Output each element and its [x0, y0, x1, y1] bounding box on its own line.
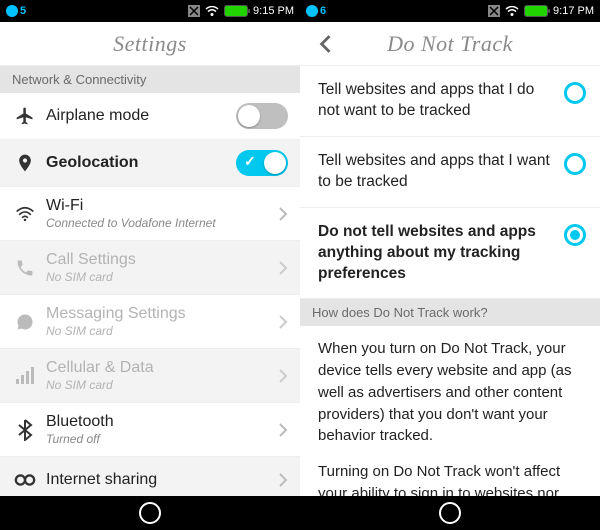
bluetooth-icon: [12, 419, 38, 441]
section-header-info: How does Do Not Track work?: [300, 299, 600, 326]
info-paragraph: When you turn on Do Not Track, your devi…: [318, 338, 582, 447]
window-counter: 5: [20, 5, 26, 17]
wifi-icon: [12, 206, 38, 222]
row-cellular-data[interactable]: Cellular & Data No SIM card: [0, 349, 300, 403]
window-indicator-icon: [306, 5, 318, 17]
battery-icon: [524, 5, 548, 17]
message-icon: [12, 312, 38, 332]
chevron-right-icon: [278, 315, 288, 329]
back-button[interactable]: [310, 22, 340, 66]
row-label: Bluetooth: [46, 413, 278, 431]
wifi-icon: [205, 6, 219, 17]
statusbar: 5 9:15 PM: [0, 0, 300, 22]
navbar: [300, 496, 600, 530]
row-subtitle: No SIM card: [46, 324, 278, 338]
chevron-right-icon: [278, 207, 288, 221]
row-wifi[interactable]: Wi-Fi Connected to Vodafone Internet: [0, 187, 300, 241]
navbar: [0, 496, 300, 530]
row-messaging-settings[interactable]: Messaging Settings No SIM card: [0, 295, 300, 349]
row-call-settings[interactable]: Call Settings No SIM card: [0, 241, 300, 295]
home-button[interactable]: [139, 502, 161, 524]
location-pin-icon: [12, 152, 38, 174]
row-label: Airplane mode: [46, 107, 236, 125]
row-label: Call Settings: [46, 251, 278, 269]
radio-icon: [564, 82, 586, 104]
row-subtitle: No SIM card: [46, 270, 278, 284]
clock: 9:17 PM: [553, 5, 594, 17]
window-indicator-icon: [6, 5, 18, 17]
link-icon: [12, 472, 38, 488]
signal-bars-icon: [12, 367, 38, 385]
row-label: Wi-Fi: [46, 197, 278, 215]
wifi-icon: [505, 6, 519, 17]
page-title: Do Not Track: [387, 31, 513, 57]
settings-screen: 5 9:15 PM Settings Network & Connectivit…: [0, 0, 300, 530]
row-subtitle: No SIM card: [46, 378, 278, 392]
option-label: Do not tell websites and apps any­thing …: [318, 222, 564, 285]
geolocation-toggle[interactable]: [236, 150, 288, 176]
sim-status-icon: [488, 5, 500, 17]
phone-icon: [12, 258, 38, 278]
airplane-toggle[interactable]: [236, 103, 288, 129]
row-label: Geolocation: [46, 154, 236, 172]
row-geolocation[interactable]: Geolocation: [0, 140, 300, 187]
radio-icon: [564, 153, 586, 175]
airplane-icon: [12, 106, 38, 126]
do-not-track-screen: 6 9:17 PM Do Not Track Tell web: [300, 0, 600, 530]
window-counter: 6: [320, 5, 326, 17]
sim-status-icon: [188, 5, 200, 17]
option-label: Tell websites and apps that I want to be…: [318, 151, 564, 193]
battery-icon: [224, 5, 248, 17]
row-label: Cellular & Data: [46, 359, 278, 377]
header: Do Not Track: [300, 22, 600, 66]
page-title: Settings: [113, 31, 187, 57]
option-label: Tell websites and apps that I do not wan…: [318, 80, 564, 122]
option-no-preference[interactable]: Do not tell websites and apps any­thing …: [300, 208, 600, 300]
row-label: Messaging Settings: [46, 305, 278, 323]
row-subtitle: Connected to Vodafone Internet: [46, 216, 278, 230]
option-do-not-track[interactable]: Tell websites and apps that I do not wan…: [300, 66, 600, 137]
row-subtitle: Turned off: [46, 432, 278, 446]
radio-selected-icon: [564, 224, 586, 246]
row-label: Internet sharing: [46, 471, 278, 489]
option-allow-track[interactable]: Tell websites and apps that I want to be…: [300, 137, 600, 208]
chevron-right-icon: [278, 423, 288, 437]
row-airplane-mode[interactable]: Airplane mode: [0, 93, 300, 140]
statusbar: 6 9:17 PM: [300, 0, 600, 22]
section-header-network: Network & Connectivity: [0, 66, 300, 93]
header: Settings: [0, 22, 300, 66]
chevron-right-icon: [278, 369, 288, 383]
row-bluetooth[interactable]: Bluetooth Turned off: [0, 403, 300, 457]
chevron-right-icon: [278, 261, 288, 275]
home-button[interactable]: [439, 502, 461, 524]
chevron-right-icon: [278, 473, 288, 487]
clock: 9:15 PM: [253, 5, 294, 17]
